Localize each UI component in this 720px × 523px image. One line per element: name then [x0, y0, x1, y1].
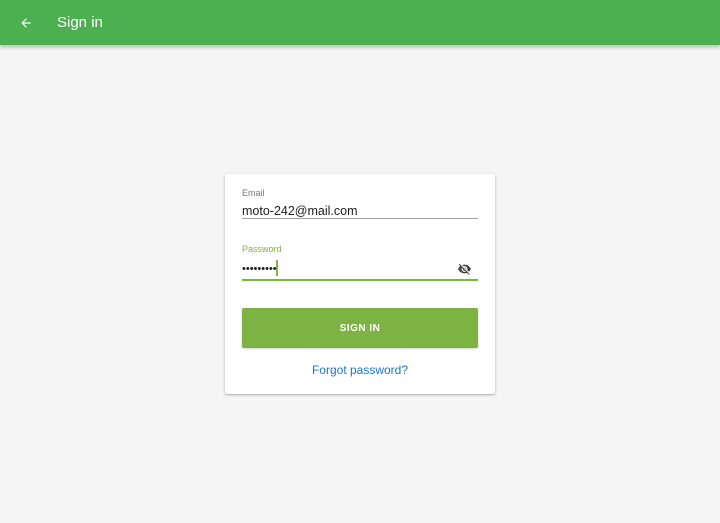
eye-off-icon [457, 263, 471, 275]
password-field[interactable]: ••••••••• [242, 262, 277, 276]
password-underline [242, 279, 478, 281]
text-caret [276, 260, 278, 276]
email-underline [242, 218, 478, 219]
password-label: Password [242, 244, 282, 254]
arrow-left-icon [21, 18, 31, 28]
forgot-password-link[interactable]: Forgot password? [225, 363, 495, 377]
sign-in-button[interactable]: SIGN IN [242, 308, 478, 348]
back-button[interactable] [12, 9, 40, 37]
toggle-password-visibility-button[interactable] [455, 261, 473, 277]
page-title: Sign in [57, 14, 103, 31]
app-bar: Sign in [0, 0, 720, 45]
sign-in-card: Email Password ••••••••• SIGN IN Forgot … [225, 174, 495, 394]
email-label: Email [242, 188, 265, 198]
